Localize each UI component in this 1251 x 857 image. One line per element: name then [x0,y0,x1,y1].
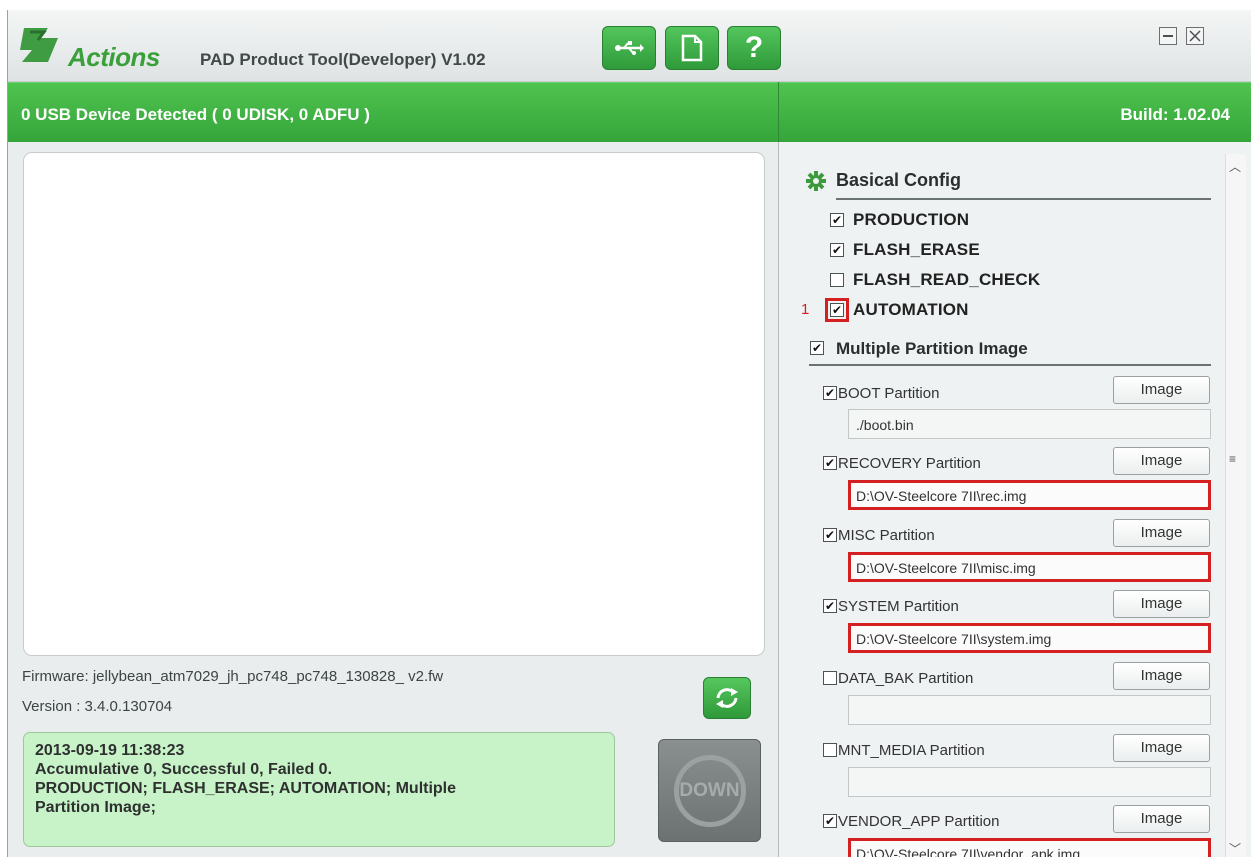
flash-read-check-checkbox[interactable] [830,273,844,287]
vendor-app-image-button[interactable]: Image [1113,805,1210,833]
data-bak-partition-label: DATA_BAK Partition [838,670,974,687]
recovery-image-button[interactable]: Image [1113,447,1210,475]
production-checkbox[interactable]: ✔ [830,213,844,227]
close-button[interactable] [1186,27,1204,45]
minimize-icon [1163,35,1173,37]
basical-config-title: Basical Config [836,170,962,190]
config-scrollbar[interactable]: ︿ ≡ ﹀ [1225,154,1246,857]
help-icon: ? [744,31,764,64]
flash-erase-checkbox[interactable]: ✔ [830,243,844,257]
download-label: DOWN [679,779,740,801]
multiple-partition-title: Multiple Partition Image [836,339,1028,358]
system-path-field[interactable]: D:\OV-Steelcore 7II\system.img [848,623,1211,653]
boot-partition-checkbox[interactable]: ✔ [823,386,837,400]
system-partition-checkbox[interactable]: ✔ [823,599,837,613]
usb-icon [615,41,644,55]
automation-checkbox[interactable]: ✔ [830,303,844,317]
system-image-button[interactable]: Image [1113,590,1210,618]
section-divider [809,364,1211,366]
vendor-app-path-field[interactable]: D:\OV-Steelcore 7II\vendor_apk.img [848,838,1211,857]
recovery-partition-label: RECOVERY Partition [838,455,981,472]
misc-path-field[interactable]: D:\OV-Steelcore 7II\misc.img [848,552,1211,582]
log-area [23,152,765,656]
system-partition-label: SYSTEM Partition [838,598,959,615]
automation-label: AUTOMATION [853,300,969,319]
mnt-media-image-button[interactable]: Image [1113,734,1210,762]
scroll-down-icon[interactable]: ﹀ [1229,840,1241,857]
boot-path-field[interactable]: ./boot.bin [848,409,1211,439]
recovery-partition-checkbox[interactable]: ✔ [823,456,837,470]
minimize-button[interactable] [1159,27,1177,45]
app-title: PAD Product Tool(Developer) V1.02 [200,50,486,69]
refresh-icon [716,688,738,708]
document-icon [681,34,703,62]
annotation-number: 1 [801,301,810,318]
production-label: PRODUCTION [853,210,970,229]
device-count: 0 USB Device Detected ( 0 UDISK, 0 ADFU … [21,105,370,124]
usb-button[interactable] [602,26,656,70]
refresh-button[interactable] [703,677,751,719]
download-button[interactable]: DOWN [658,739,761,842]
document-button[interactable] [665,26,719,70]
device-status-bar: 0 USB Device Detected ( 0 UDISK, 0 ADFU … [8,82,1251,142]
status-divider [778,82,779,142]
boot-image-button[interactable]: Image [1113,376,1210,404]
summary-timestamp: 2013-09-19 11:38:23 [35,742,185,759]
version-label: Version : 3.4.0.130704 [22,698,173,715]
flash-erase-label: FLASH_ERASE [853,240,980,259]
mnt-media-partition-label: MNT_MEDIA Partition [838,742,985,759]
app-window: Actions PAD Product Tool(Developer) V1.0… [7,10,1251,857]
close-icon [1189,30,1201,42]
summary-box: 2013-09-19 11:38:23 Accumulative 0, Succ… [23,732,615,847]
data-bak-path-field[interactable] [848,695,1211,725]
scroll-grip-icon[interactable]: ≡ [1229,452,1236,466]
vendor-app-partition-checkbox[interactable]: ✔ [823,814,837,828]
mnt-media-path-field[interactable] [848,767,1211,797]
misc-image-button[interactable]: Image [1113,519,1210,547]
firmware-label: Firmware: jellybean_atm7029_jh_pc748_pc7… [22,668,444,685]
data-bak-partition-checkbox[interactable] [823,671,837,685]
config-panel: Basical Config ✔ PRODUCTION ✔ FLASH_ERAS… [779,142,1251,857]
build-number: Build: 1.02.04 [1120,105,1230,124]
summary-counts: Accumulative 0, Successful 0, Failed 0. [35,761,333,778]
title-bar: Actions PAD Product Tool(Developer) V1.0… [8,10,1251,82]
misc-partition-checkbox[interactable]: ✔ [823,528,837,542]
help-button[interactable]: ? [727,26,781,70]
boot-partition-label: BOOT Partition [838,385,940,402]
recovery-path-field[interactable]: D:\OV-Steelcore 7II\rec.img [848,480,1211,510]
summary-options: PRODUCTION; FLASH_ERASE; AUTOMATION; Mul… [35,780,457,797]
section-divider [836,198,1211,200]
download-icon: DOWN [673,754,746,827]
scroll-up-icon[interactable]: ︿ [1229,158,1241,175]
left-panel: Firmware: jellybean_atm7029_jh_pc748_pc7… [8,142,779,857]
flash-read-check-label: FLASH_READ_CHECK [853,270,1041,289]
data-bak-image-button[interactable]: Image [1113,662,1210,690]
mnt-media-partition-checkbox[interactable] [823,743,837,757]
vendor-app-partition-label: VENDOR_APP Partition [838,813,1000,830]
brand-name: Actions [68,42,160,72]
multiple-partition-checkbox[interactable]: ✔ [810,341,824,355]
misc-partition-label: MISC Partition [838,527,935,544]
gear-icon [806,171,826,191]
summary-options-cont: Partition Image; [35,799,156,816]
